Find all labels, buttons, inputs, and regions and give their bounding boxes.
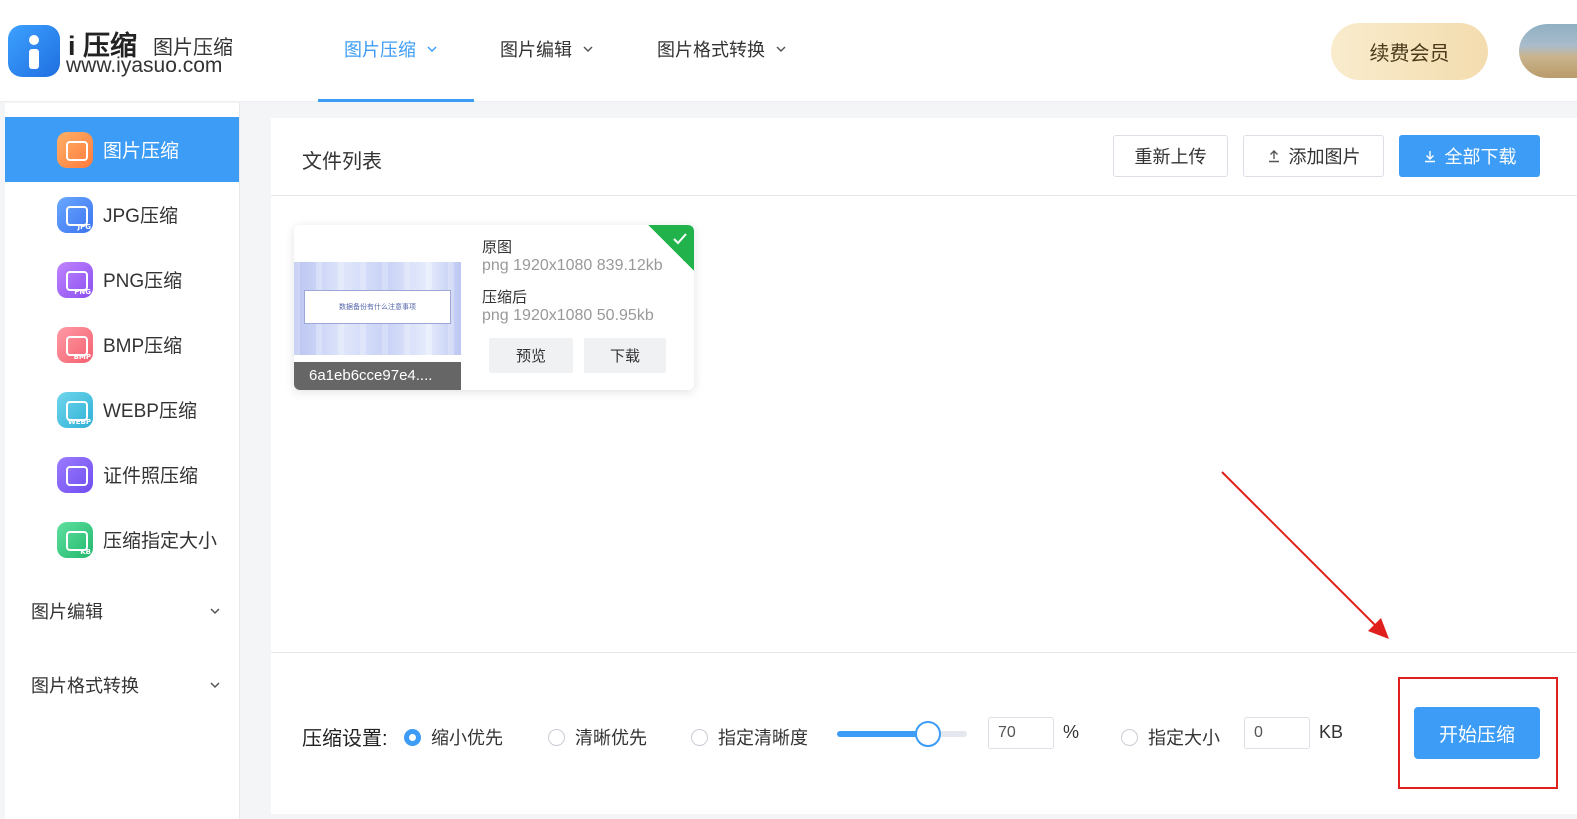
sidebar-item-label: 图片压缩	[103, 141, 180, 162]
original-label: 原图	[482, 239, 513, 256]
nav-label: 图片格式转换	[657, 40, 765, 60]
radio-smaller-first[interactable]: 缩小优先	[404, 724, 503, 750]
file-list-title: 文件列表	[302, 151, 382, 173]
nav-format-convert[interactable]: 图片格式转换	[657, 36, 787, 62]
sidebar: 图片压缩 JPG JPG压缩 PNG PNG压缩 BMP BMP压缩 WEBP …	[5, 103, 240, 819]
sidebar-item-png[interactable]: PNG PNG压缩	[5, 247, 239, 312]
sidebar-item-label: 证件照压缩	[103, 466, 199, 487]
logo-icon[interactable]	[8, 25, 60, 77]
sidebar-group-label: 图片格式转换	[31, 676, 139, 696]
compress-settings-label: 压缩设置:	[302, 728, 388, 750]
sidebar-item-id-photo[interactable]: 证件照压缩	[5, 442, 239, 507]
done-badge	[648, 225, 694, 271]
slider-handle[interactable]	[915, 721, 941, 747]
original-meta: png 1920x1080 839.12kb	[482, 257, 663, 274]
sidebar-item-image-compress[interactable]: 图片压缩	[5, 117, 239, 182]
download-button[interactable]: 下载	[584, 338, 666, 373]
chevron-down-icon	[776, 46, 786, 53]
start-compress-button[interactable]: 开始压缩	[1414, 707, 1540, 759]
radio-label: 指定清晰度	[718, 728, 808, 748]
sidebar-group-label: 图片编辑	[31, 602, 103, 622]
compressed-meta: png 1920x1080 50.95kb	[482, 307, 654, 324]
radio-clarity-first[interactable]: 清晰优先	[548, 724, 647, 750]
sidebar-item-webp[interactable]: WEBP WEBP压缩	[5, 377, 239, 442]
add-image-button[interactable]: 添加图片	[1243, 135, 1384, 177]
download-all-label: 全部下载	[1444, 147, 1517, 167]
sidebar-item-label: WEBP压缩	[103, 401, 197, 422]
active-nav-indicator	[318, 99, 474, 102]
reupload-label: 重新上传	[1134, 147, 1207, 167]
nav-label: 图片压缩	[344, 40, 416, 60]
file-card: 数据备份有什么注意事项 6a1eb6cce97e4.... 原图 png 192…	[294, 225, 694, 390]
compressed-label: 压缩后	[482, 289, 528, 306]
divider	[271, 652, 1577, 653]
sidebar-item-jpg[interactable]: JPG JPG压缩	[5, 182, 239, 247]
download-icon	[1424, 151, 1435, 163]
chevron-down-icon	[210, 682, 220, 689]
sidebar-item-target-size[interactable]: KB 压缩指定大小	[5, 507, 239, 572]
sidebar-item-label: PNG压缩	[103, 271, 183, 292]
radio-icon	[548, 728, 565, 746]
radio-label: 缩小优先	[431, 728, 503, 748]
sidebar-item-label: BMP压缩	[103, 336, 183, 357]
id-photo-icon	[57, 456, 93, 493]
kb-size-icon: KB	[57, 521, 93, 558]
radio-custom-clarity[interactable]: 指定清晰度	[691, 724, 808, 750]
jpg-icon: JPG	[57, 196, 93, 233]
radio-label: 清晰优先	[575, 728, 647, 748]
nav-image-edit[interactable]: 图片编辑	[500, 36, 594, 62]
radio-icon	[691, 728, 708, 746]
png-icon: PNG	[57, 261, 93, 298]
quality-slider[interactable]	[837, 721, 967, 747]
quality-input[interactable]: 70	[988, 717, 1054, 749]
image-thumbnail[interactable]: 数据备份有什么注意事项	[294, 262, 461, 355]
sidebar-item-bmp[interactable]: BMP BMP压缩	[5, 312, 239, 377]
radio-target-size[interactable]: 指定大小	[1121, 724, 1220, 750]
radio-selected-icon	[404, 728, 421, 746]
avatar[interactable]	[1519, 24, 1577, 78]
sidebar-group-image-edit[interactable]: 图片编辑	[31, 598, 221, 624]
thumbnail-text: 数据备份有什么注意事项	[339, 303, 416, 311]
file-list-panel: 文件列表 重新上传 添加图片 全部下载 数据备份有什么注意事项 6a1eb6cc…	[271, 118, 1577, 814]
radio-label: 指定大小	[1148, 728, 1220, 748]
brand-url: www.iyasuo.com	[66, 54, 223, 77]
upload-icon	[1268, 150, 1279, 163]
nav-image-compress[interactable]: 图片压缩	[344, 36, 438, 62]
nav-label: 图片编辑	[500, 40, 572, 60]
image-compress-icon	[57, 131, 93, 168]
sidebar-item-label: JPG压缩	[103, 206, 178, 227]
radio-icon	[1121, 728, 1138, 746]
download-all-button[interactable]: 全部下载	[1399, 135, 1540, 177]
size-unit: KB	[1319, 722, 1344, 742]
bmp-icon: BMP	[57, 326, 93, 363]
file-name: 6a1eb6cce97e4....	[294, 362, 461, 390]
thumbnail-banner: 数据备份有什么注意事项	[304, 290, 451, 324]
chevron-down-icon	[427, 46, 437, 53]
add-image-label: 添加图片	[1288, 147, 1361, 167]
divider	[271, 195, 1577, 196]
chevron-down-icon	[210, 608, 220, 615]
sidebar-item-label: 压缩指定大小	[103, 531, 218, 552]
size-input[interactable]: 0	[1244, 717, 1310, 749]
sidebar-group-format-convert[interactable]: 图片格式转换	[31, 672, 221, 698]
chevron-down-icon	[583, 46, 593, 53]
top-header: i 压缩 图片压缩 www.iyasuo.com 图片压缩 图片编辑 图片格式转…	[0, 0, 1577, 102]
quality-unit: %	[1063, 722, 1080, 742]
reupload-button[interactable]: 重新上传	[1113, 135, 1228, 177]
webp-icon: WEBP	[57, 391, 93, 428]
renew-vip-button[interactable]: 续费会员	[1331, 23, 1488, 80]
check-icon	[673, 233, 687, 245]
preview-button[interactable]: 预览	[489, 338, 573, 373]
